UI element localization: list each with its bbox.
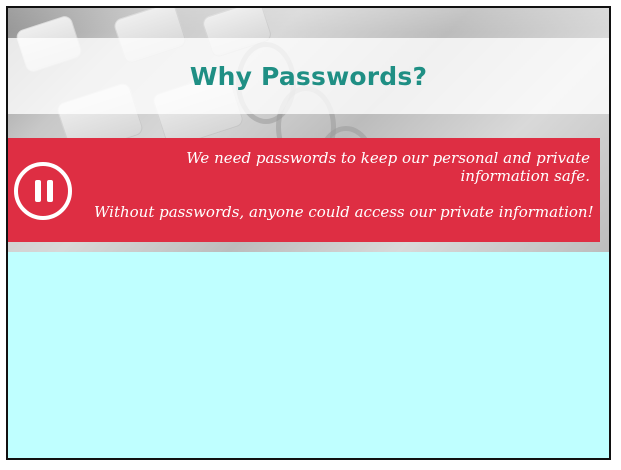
pause-icon: [14, 162, 72, 220]
info-text: We need passwords to keep our personal a…: [94, 149, 594, 221]
blank-content-area: [8, 252, 609, 458]
info-line-1: We need passwords to keep our personal a…: [186, 149, 590, 185]
info-box: We need passwords to keep our personal a…: [8, 138, 600, 242]
slide-canvas: Why Passwords? We need passwords to keep…: [6, 6, 611, 460]
page-title: Why Passwords?: [189, 62, 428, 91]
info-line-2: Without passwords, anyone could access o…: [94, 203, 594, 221]
